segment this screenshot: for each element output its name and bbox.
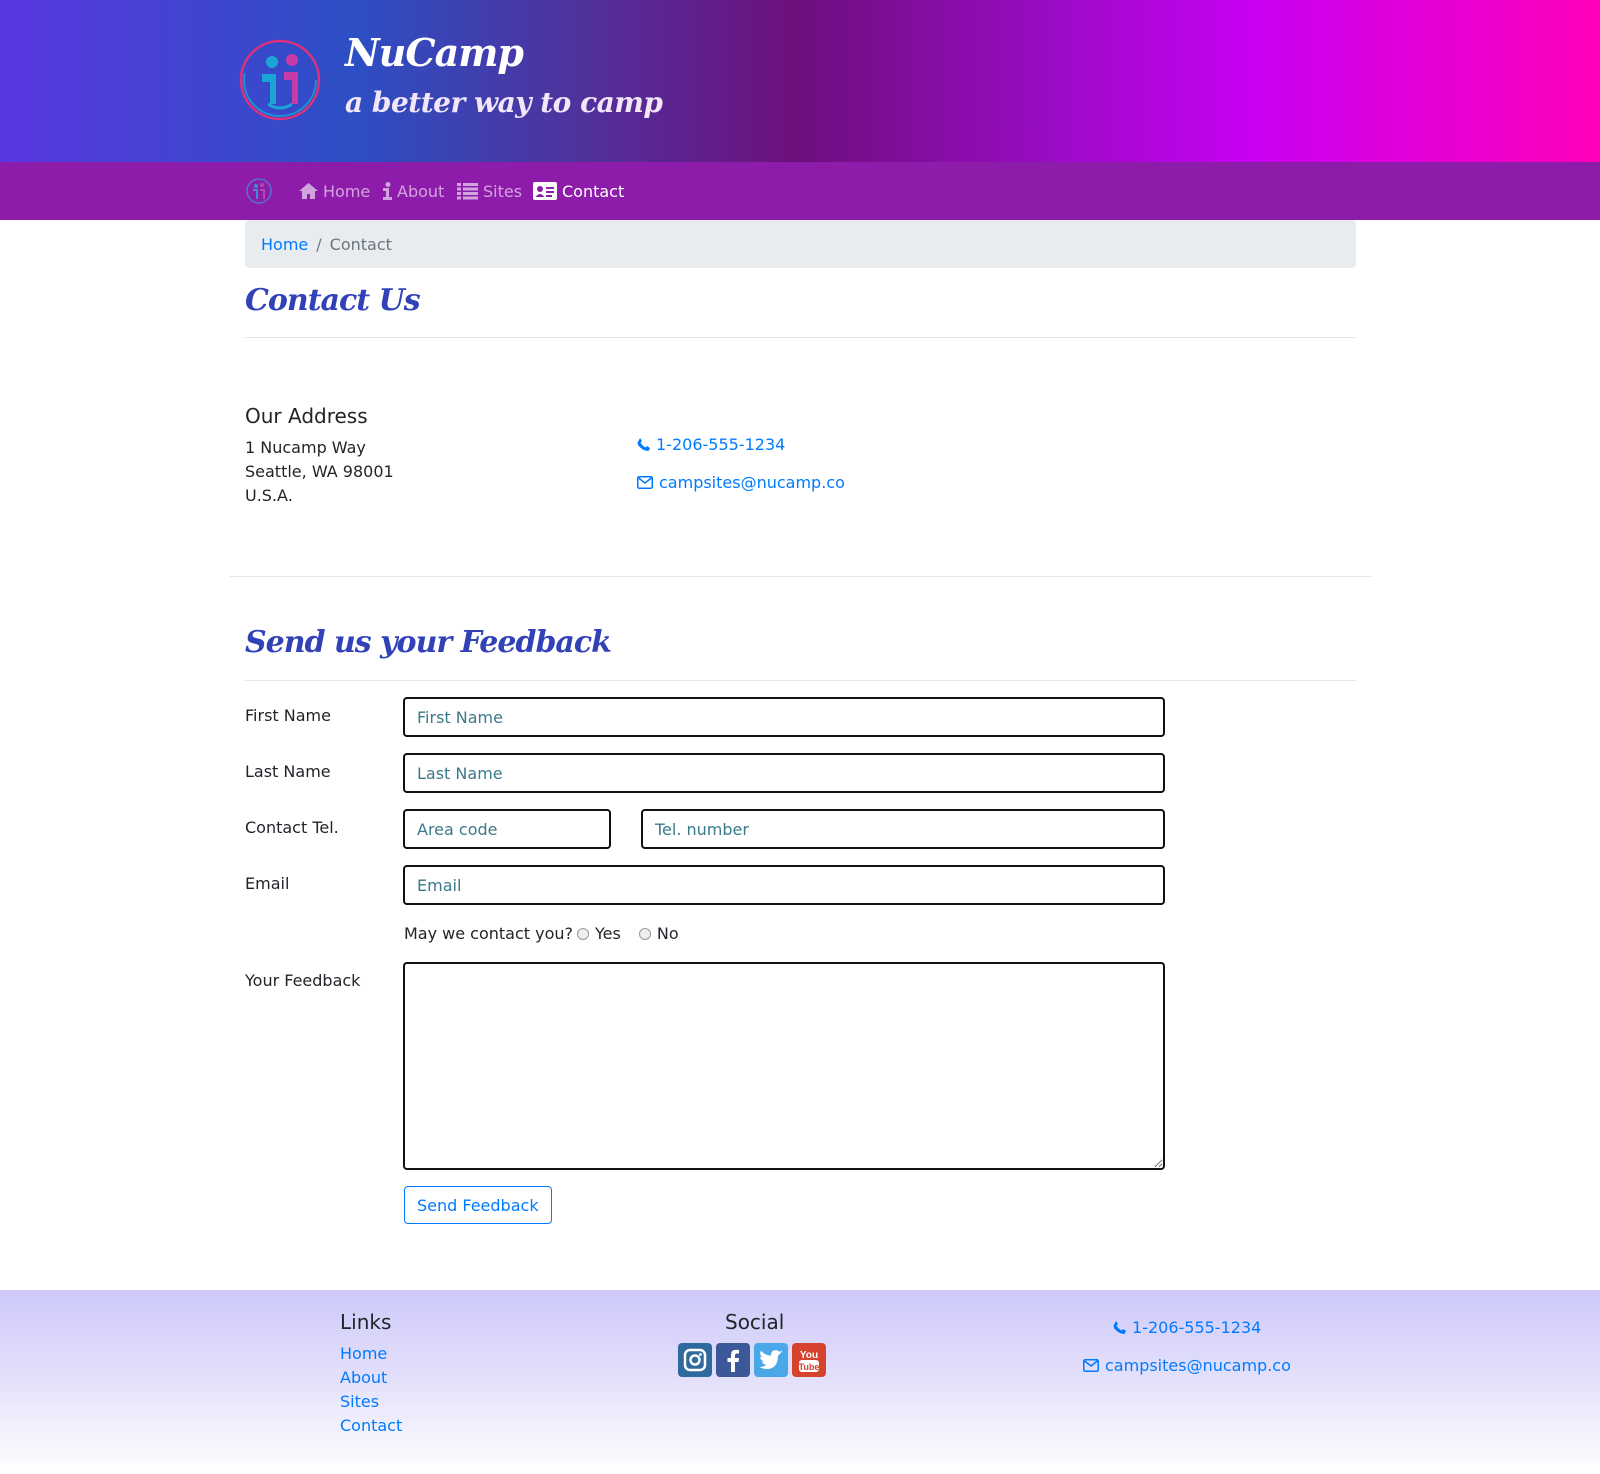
info-icon — [383, 182, 392, 200]
contact-email-text: campsites@nucamp.co — [659, 473, 845, 492]
footer-link-about[interactable]: About — [340, 1368, 387, 1387]
header-jumbotron: NuCamp a better way to camp — [0, 0, 1600, 162]
nav-item-home[interactable]: Home — [299, 179, 370, 203]
instagram-icon[interactable] — [678, 1343, 712, 1377]
nav-item-about[interactable]: About — [383, 179, 444, 203]
radio-yes[interactable] — [577, 927, 590, 940]
footer — [0, 1290, 1600, 1474]
footer-links-title: Links — [340, 1310, 392, 1334]
nav-item-label: Sites — [483, 181, 523, 201]
contact-phone-link[interactable]: 1-206-555-1234 — [637, 435, 785, 454]
breadcrumb-home-link[interactable]: Home — [261, 235, 308, 254]
footer-link-sites[interactable]: Sites — [340, 1392, 379, 1411]
tel-number-input[interactable] — [641, 809, 1165, 849]
address-title: Our Address — [245, 404, 368, 428]
brand-title: NuCamp — [345, 30, 524, 75]
email-input[interactable] — [403, 865, 1165, 905]
contact-permission-row: May we contact you? Yes No — [404, 924, 679, 943]
radio-no[interactable] — [638, 927, 651, 940]
brand-subtitle: a better way to camp — [345, 86, 663, 119]
navbar: Home About Sites Contact — [0, 162, 1600, 220]
address-card-icon — [533, 182, 557, 200]
breadcrumb-current: Contact — [329, 234, 392, 254]
footer-link-home[interactable]: Home — [340, 1344, 387, 1363]
navbar-brand-logo-icon[interactable] — [246, 178, 272, 204]
radio-no-label: No — [656, 924, 679, 943]
envelope-icon — [1083, 1359, 1099, 1372]
envelope-icon — [637, 476, 653, 489]
phone-icon — [1113, 1321, 1126, 1334]
radio-yes-label: Yes — [595, 924, 621, 943]
divider — [245, 337, 1356, 338]
footer-email-text: campsites@nucamp.co — [1105, 1356, 1291, 1375]
tel-label: Contact Tel. — [245, 818, 339, 837]
contact-email-link[interactable]: campsites@nucamp.co — [637, 473, 845, 492]
address-line: U.S.A. — [245, 486, 293, 505]
feedback-label: Your Feedback — [245, 971, 361, 990]
home-icon — [299, 183, 318, 199]
nav-item-label: Contact — [562, 181, 625, 201]
nav-item-label: Home — [323, 181, 371, 201]
nav-item-label: About — [397, 181, 445, 201]
svg-text:Tube: Tube — [799, 1362, 820, 1372]
nav-item-sites[interactable]: Sites — [457, 179, 522, 203]
contact-question: May we contact you? — [404, 924, 574, 943]
footer-social-title: Social — [725, 1310, 785, 1334]
list-icon — [457, 182, 478, 199]
email-label: Email — [245, 874, 290, 893]
footer-phone-link[interactable]: 1-206-555-1234 — [1113, 1318, 1261, 1337]
svg-text:You: You — [800, 1350, 818, 1361]
feedback-title: Send us your Feedback — [245, 625, 612, 660]
page-title: Contact Us — [245, 283, 421, 318]
divider — [245, 680, 1356, 681]
footer-phone-text: 1-206-555-1234 — [1132, 1318, 1262, 1337]
facebook-icon[interactable] — [716, 1343, 750, 1377]
footer-email-link[interactable]: campsites@nucamp.co — [1083, 1356, 1291, 1375]
feedback-textarea[interactable] — [403, 962, 1165, 1170]
address-line: 1 Nucamp Way — [245, 438, 366, 457]
nav-item-contact[interactable]: Contact — [533, 179, 624, 203]
last-name-label: Last Name — [245, 762, 331, 781]
phone-icon — [637, 438, 650, 451]
first-name-label: First Name — [245, 706, 331, 725]
twitter-icon[interactable] — [754, 1343, 788, 1377]
area-code-input[interactable] — [403, 809, 611, 849]
first-name-input[interactable] — [403, 697, 1165, 737]
address-line: Seattle, WA 98001 — [245, 462, 394, 481]
contact-phone-text: 1-206-555-1234 — [656, 435, 786, 454]
send-feedback-button[interactable]: Send Feedback — [404, 1186, 552, 1224]
breadcrumb-separator: / — [316, 234, 322, 254]
last-name-input[interactable] — [403, 753, 1165, 793]
section-divider — [230, 576, 1371, 577]
nucamp-logo-icon — [239, 39, 321, 121]
youtube-icon[interactable]: You Tube — [792, 1343, 826, 1377]
breadcrumb: Home / Contact — [245, 220, 1356, 268]
footer-link-contact[interactable]: Contact — [340, 1416, 402, 1435]
